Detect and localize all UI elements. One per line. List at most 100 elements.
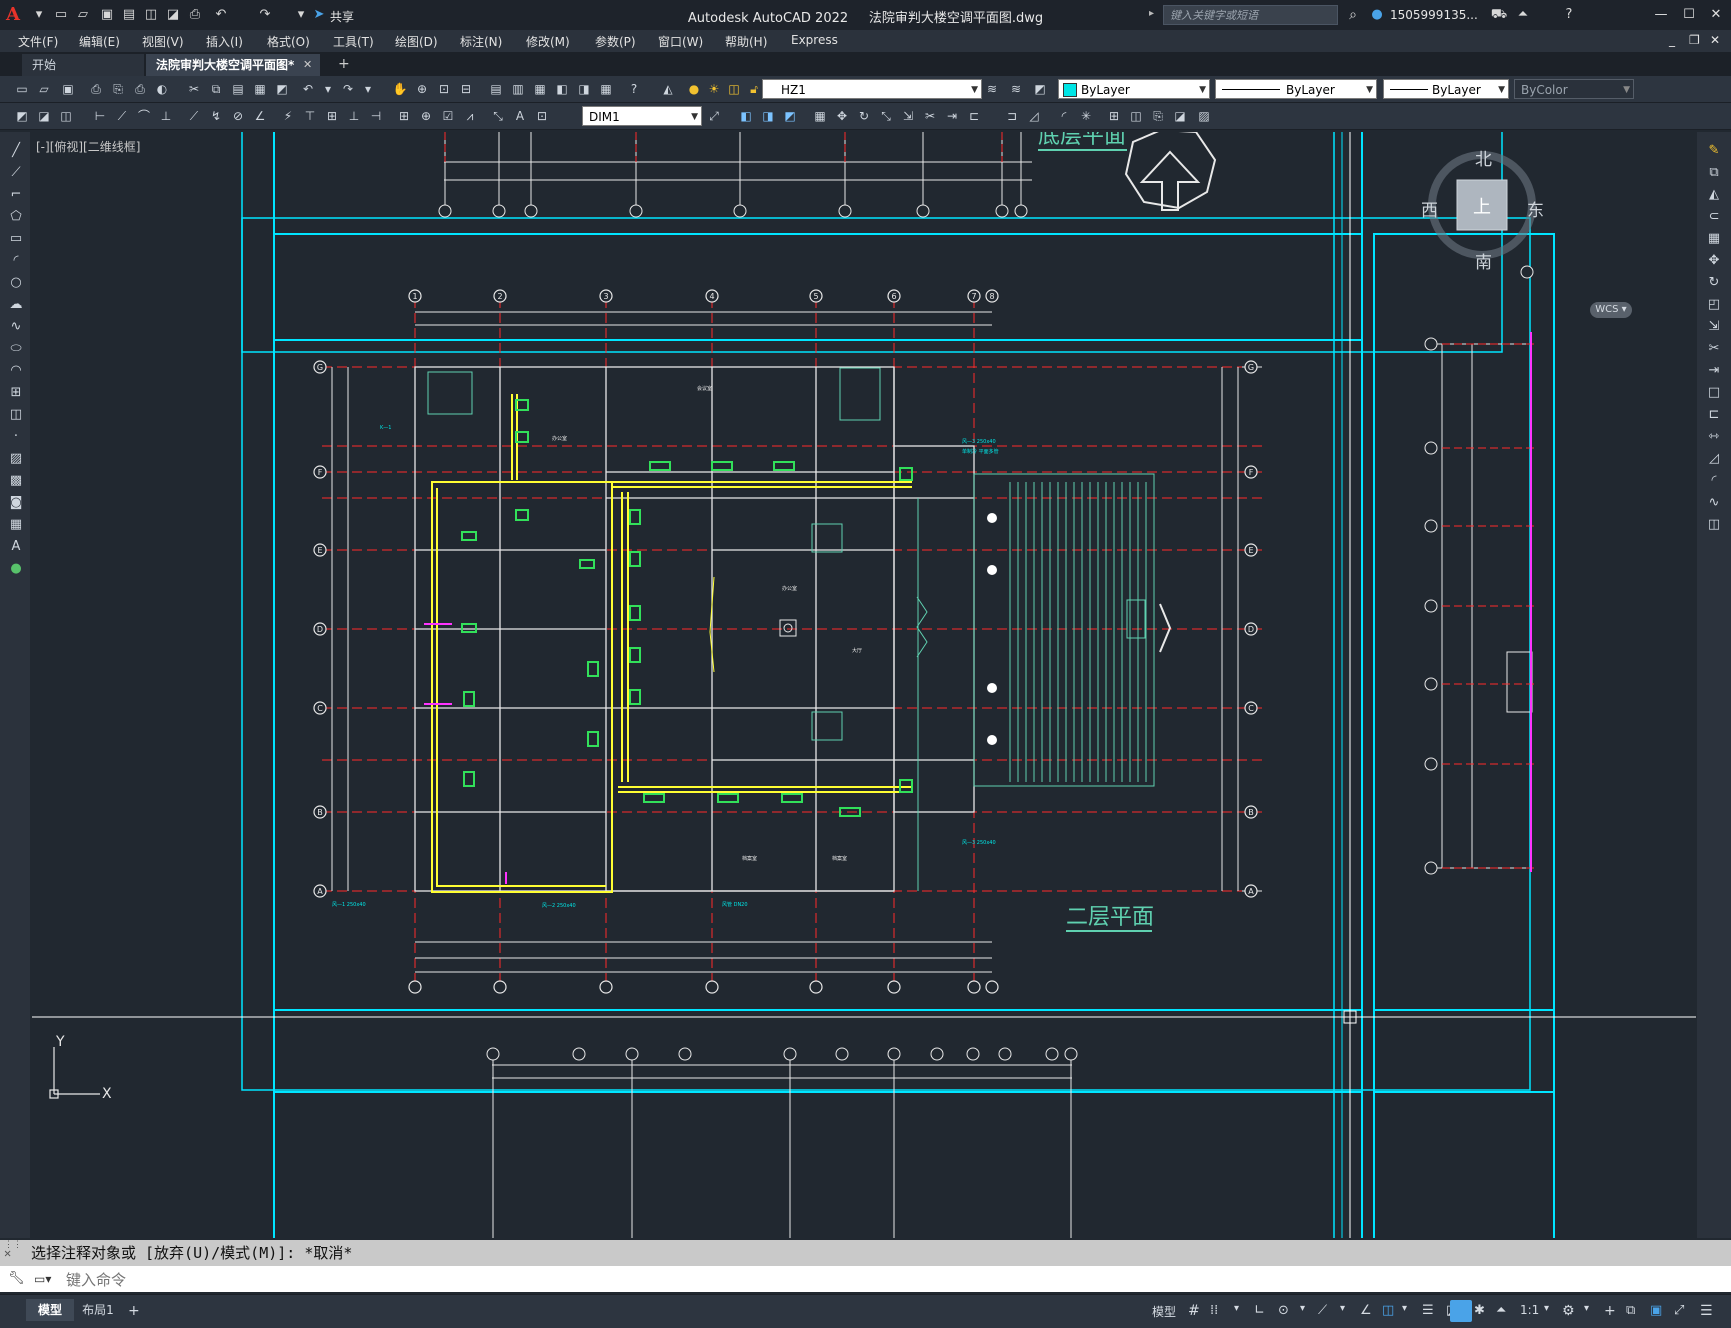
viewcube-top-face[interactable]: 上 bbox=[1473, 193, 1491, 219]
layout-tab-model[interactable]: 模型 bbox=[26, 1299, 74, 1321]
design-center-icon[interactable]: ▥ bbox=[510, 81, 526, 97]
close-window-button[interactable]: ✕ bbox=[1705, 5, 1727, 25]
help-search-input[interactable]: 键入关键字或短语 bbox=[1163, 5, 1338, 25]
annotation-scale-icon[interactable]: ⏶ bbox=[1496, 1303, 1506, 1318]
viewcube-west[interactable]: 西 bbox=[1421, 196, 1438, 221]
rectangle-tool-icon[interactable]: ▭ bbox=[8, 231, 24, 247]
menu-express[interactable]: Express bbox=[791, 33, 838, 47]
object-snap-tracking-icon[interactable]: ∠ bbox=[1360, 1303, 1372, 1318]
break-point-icon[interactable]: □ bbox=[1706, 385, 1722, 401]
layer-dropdown[interactable]: HZ1 ▼ bbox=[762, 79, 982, 99]
markup-icon[interactable]: ◨ bbox=[576, 81, 592, 97]
isodraft-icon[interactable]: ⟋ bbox=[1318, 1303, 1327, 1318]
annotation-scale-value[interactable]: 1:1 bbox=[1520, 1303, 1539, 1317]
lineweight-icon[interactable]: ☰ bbox=[1422, 1303, 1434, 1318]
dim-text-edit-icon[interactable]: A bbox=[512, 108, 528, 124]
dim-reassociate-icon[interactable]: ⊡ bbox=[534, 108, 550, 124]
dim-style-icon[interactable]: ◩ bbox=[14, 108, 30, 124]
tab-active-drawing[interactable]: 法院审判大楼空调平面图* bbox=[146, 54, 320, 76]
maximize-window-button[interactable]: ☐ bbox=[1678, 5, 1700, 25]
add-layout-button[interactable]: + bbox=[128, 1303, 140, 1319]
snap-icon[interactable]: ⁞⁞ bbox=[1210, 1303, 1218, 1318]
layer-previous-icon[interactable]: ≋ bbox=[1008, 81, 1024, 97]
jogged-linear-icon[interactable]: ⩘ bbox=[462, 108, 478, 124]
plot-icon[interactable]: ⎙ bbox=[88, 81, 104, 97]
menu-file[interactable]: 文件(F) bbox=[18, 33, 58, 50]
viewcube-south[interactable]: 南 bbox=[1475, 248, 1492, 273]
user-name[interactable]: 1505999135... bbox=[1390, 8, 1478, 22]
close-tab-icon[interactable]: ✕ bbox=[303, 58, 312, 71]
color-dropdown[interactable]: ByLayer ▼ bbox=[1058, 79, 1210, 99]
zoom-realtime-icon[interactable]: ⊕ bbox=[414, 81, 430, 97]
3d-print-icon[interactable]: ◐ bbox=[154, 81, 170, 97]
save-icon[interactable]: ▣ bbox=[60, 81, 76, 97]
open-file-icon[interactable]: ▱ bbox=[74, 6, 92, 24]
customization-menu-icon[interactable]: ☰ bbox=[1700, 1303, 1713, 1319]
properties-icon[interactable]: ▤ bbox=[488, 81, 504, 97]
make-current-layer-icon[interactable]: ≋ bbox=[984, 81, 1000, 97]
rotate-icon[interactable]: ↻ bbox=[856, 108, 872, 124]
plot-preview-icon[interactable]: ⎘ bbox=[110, 81, 126, 97]
minimize-window-button[interactable]: — bbox=[1650, 5, 1672, 25]
make-block-icon[interactable]: ◫ bbox=[8, 407, 24, 423]
circle-tool-icon[interactable]: ○ bbox=[8, 275, 24, 291]
image-icon[interactable]: ▨ bbox=[1196, 108, 1212, 124]
dim-update-icon[interactable]: ◪ bbox=[36, 108, 52, 124]
plot-icon[interactable]: ⎙ bbox=[186, 6, 204, 24]
continue-dim-icon[interactable]: ⊞ bbox=[324, 108, 340, 124]
aligned-dim-icon[interactable]: ⟋ bbox=[114, 108, 130, 124]
line-tool-icon[interactable]: ╱ bbox=[8, 143, 24, 159]
region-tool-icon[interactable]: ◙ bbox=[8, 495, 24, 511]
pan-icon[interactable]: ✋ bbox=[392, 81, 408, 97]
autocad-logo-icon[interactable]: A bbox=[6, 4, 28, 26]
join-icon[interactable]: ⊐ bbox=[1004, 108, 1020, 124]
chamfer-icon[interactable]: ◿ bbox=[1026, 108, 1042, 124]
menu-window[interactable]: 窗口(W) bbox=[658, 33, 703, 50]
help-icon[interactable]: ? bbox=[1560, 6, 1578, 24]
menu-edit[interactable]: 编辑(E) bbox=[79, 33, 120, 50]
dim-override-icon[interactable]: ◫ bbox=[58, 108, 74, 124]
ortho-icon[interactable]: ∟ bbox=[1254, 1303, 1265, 1318]
explode-icon[interactable]: ✳ bbox=[1078, 108, 1094, 124]
point-tool-icon[interactable]: · bbox=[8, 429, 24, 445]
doc-restore-icon[interactable]: ❐ bbox=[1689, 33, 1700, 47]
redo-icon[interactable]: ↷ bbox=[256, 6, 274, 24]
layer-on-icon[interactable]: ● bbox=[686, 81, 702, 97]
polygon-tool-icon[interactable]: ⬠ bbox=[8, 209, 24, 225]
construction-line-icon[interactable]: ⟋ bbox=[8, 165, 24, 181]
rotate-tool-icon[interactable]: ↻ bbox=[1706, 275, 1722, 291]
copy-icon[interactable]: ⧉ bbox=[208, 81, 224, 97]
array-tool-icon[interactable]: ▦ bbox=[1706, 231, 1722, 247]
gradient-tool-icon[interactable]: ▩ bbox=[8, 473, 24, 489]
ellipse-arc-icon[interactable]: ◠ bbox=[8, 363, 24, 379]
menu-tools[interactable]: 工具(T) bbox=[333, 33, 374, 50]
dim-edit-icon[interactable]: ⤡ bbox=[490, 108, 506, 124]
isodraft-dropdown-icon[interactable]: ▾ bbox=[1340, 1303, 1345, 1314]
save-as-icon[interactable]: ▤ bbox=[120, 6, 138, 24]
paste-icon[interactable]: ▤ bbox=[230, 81, 246, 97]
hatch-tool-icon[interactable]: ▨ bbox=[8, 451, 24, 467]
new-file-icon[interactable]: ▭ bbox=[52, 6, 70, 24]
units-icon[interactable]: ⧉ bbox=[1626, 1303, 1635, 1318]
layer-unlock-icon[interactable]: 🔓︎ bbox=[746, 81, 762, 97]
spline-tool-icon[interactable]: ∿ bbox=[8, 319, 24, 335]
undo-icon[interactable]: ↶ bbox=[300, 81, 316, 97]
annotation-monitor-icon[interactable]: + bbox=[1604, 1303, 1616, 1319]
command-grip-icon[interactable]: ⋮⋮ bbox=[4, 1232, 22, 1258]
center-mark-icon[interactable]: ⊕ bbox=[418, 108, 434, 124]
cut-icon[interactable]: ✂ bbox=[186, 81, 202, 97]
inspect-icon[interactable]: ☑ bbox=[440, 108, 456, 124]
arc-length-icon[interactable]: ⌒ bbox=[136, 108, 152, 124]
trim-tool-icon[interactable]: ✂ bbox=[1706, 341, 1722, 357]
sheet-set-icon[interactable]: ◧ bbox=[554, 81, 570, 97]
doc-minimize-icon[interactable]: _ bbox=[1669, 33, 1675, 47]
polyline-tool-icon[interactable]: ⌐ bbox=[8, 187, 24, 203]
dim-space-icon[interactable]: ⊥ bbox=[346, 108, 362, 124]
chamfer-tool-icon[interactable]: ◿ bbox=[1706, 451, 1722, 467]
linetype-dropdown[interactable]: ByLayer ▼ bbox=[1215, 79, 1377, 99]
scale-dropdown-icon[interactable]: ▾ bbox=[1544, 1303, 1549, 1314]
extend-tool-icon[interactable]: ⇥ bbox=[1706, 363, 1722, 379]
menu-modify[interactable]: 修改(M) bbox=[526, 33, 570, 50]
object-snap-icon[interactable]: ◫ bbox=[1382, 1303, 1394, 1318]
revision-cloud-icon[interactable]: ☁︎ bbox=[8, 297, 24, 313]
